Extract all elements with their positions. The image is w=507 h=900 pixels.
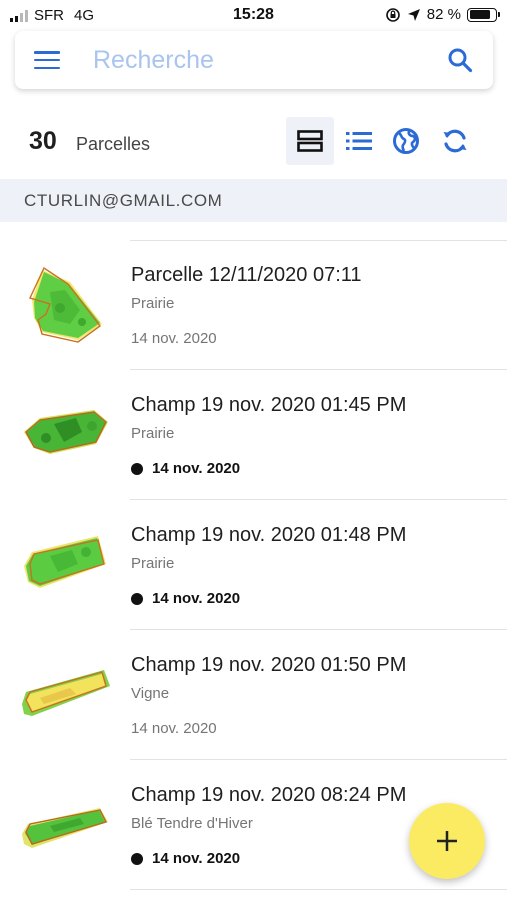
hamburger-menu-icon[interactable]: [34, 51, 60, 70]
map-view-button[interactable]: [382, 117, 430, 165]
unsynced-dot-icon: [131, 852, 143, 865]
plus-icon: [437, 831, 457, 851]
parcel-count: 30: [29, 127, 57, 155]
parcel-title: Champ 19 nov. 2020 01:45 PM: [131, 394, 407, 416]
parcel-crop: Vigne: [131, 685, 170, 702]
parcel-date: 14 nov. 2020: [152, 850, 241, 867]
account-section-header: CTURLIN@GMAIL.COM: [0, 179, 507, 222]
parcel-thumbnail: [22, 808, 108, 848]
search-bar: [15, 31, 493, 89]
parcel-date-row: 14 nov. 2020: [131, 850, 240, 867]
account-email: CTURLIN@GMAIL.COM: [24, 191, 223, 210]
parcel-date: 14 nov. 2020: [152, 460, 241, 477]
parcel-title: Champ 19 nov. 2020 01:48 PM: [131, 524, 407, 546]
location-arrow-icon: [407, 8, 420, 21]
battery-percent: 82 %: [426, 6, 461, 23]
parcel-thumbnail: [24, 536, 106, 588]
sync-button[interactable]: [431, 117, 479, 165]
add-parcel-button[interactable]: [409, 803, 485, 879]
list-divider: [130, 889, 507, 890]
parcel-date-row: 14 nov. 2020: [131, 720, 217, 737]
parcel-list-item[interactable]: Champ 19 nov. 2020 01:50 PM Vigne 14 nov…: [0, 630, 507, 760]
parcel-date-row: 14 nov. 2020: [131, 460, 240, 477]
parcel-crop: Prairie: [131, 295, 175, 312]
parcel-list-item[interactable]: Champ 19 nov. 2020 01:45 PM Prairie 14 n…: [0, 370, 507, 500]
map-globe-icon: [393, 128, 419, 154]
status-bar-right: 82 %: [385, 6, 500, 23]
parcel-list-item[interactable]: Champ 19 nov. 2020 01:48 PM Prairie 14 n…: [0, 500, 507, 630]
list-view-icon: [346, 132, 372, 150]
parcel-title: Parcelle 12/11/2020 07:11: [131, 264, 362, 286]
parcel-date: 14 nov. 2020: [131, 720, 217, 737]
battery-icon: [467, 7, 500, 22]
sync-icon: [443, 129, 467, 153]
parcel-thumbnail: [24, 410, 108, 454]
unsynced-dot-icon: [131, 592, 143, 605]
parcel-thumbnail: [22, 670, 110, 716]
cards-view-icon: [297, 130, 323, 152]
parcel-count-label: Parcelles: [76, 134, 151, 154]
orientation-lock-icon: [385, 7, 400, 22]
search-icon[interactable]: [447, 47, 473, 73]
parcel-list-item[interactable]: Parcelle 12/11/2020 07:11 Prairie 14 nov…: [0, 240, 507, 370]
parcel-crop: Blé Tendre d'Hiver: [131, 815, 253, 832]
parcel-date-row: 14 nov. 2020: [131, 590, 240, 607]
parcel-crop: Prairie: [131, 425, 175, 442]
status-bar: SFR 4G 15:28 82 %: [0, 0, 507, 32]
summary-toolbar: 30 Parcelles: [0, 115, 507, 167]
cards-view-button[interactable]: [286, 117, 334, 165]
parcel-date-row: 14 nov. 2020: [131, 330, 217, 347]
unsynced-dot-icon: [131, 462, 143, 475]
parcel-thumbnail: [29, 266, 102, 343]
parcel-title: Champ 19 nov. 2020 08:24 PM: [131, 784, 407, 806]
battery-level: [469, 10, 490, 19]
parcel-title: Champ 19 nov. 2020 01:50 PM: [131, 654, 407, 676]
parcel-date: 14 nov. 2020: [131, 330, 217, 347]
parcel-date: 14 nov. 2020: [152, 590, 241, 607]
parcel-crop: Prairie: [131, 555, 175, 572]
list-view-button[interactable]: [335, 117, 383, 165]
search-input[interactable]: [93, 41, 433, 79]
